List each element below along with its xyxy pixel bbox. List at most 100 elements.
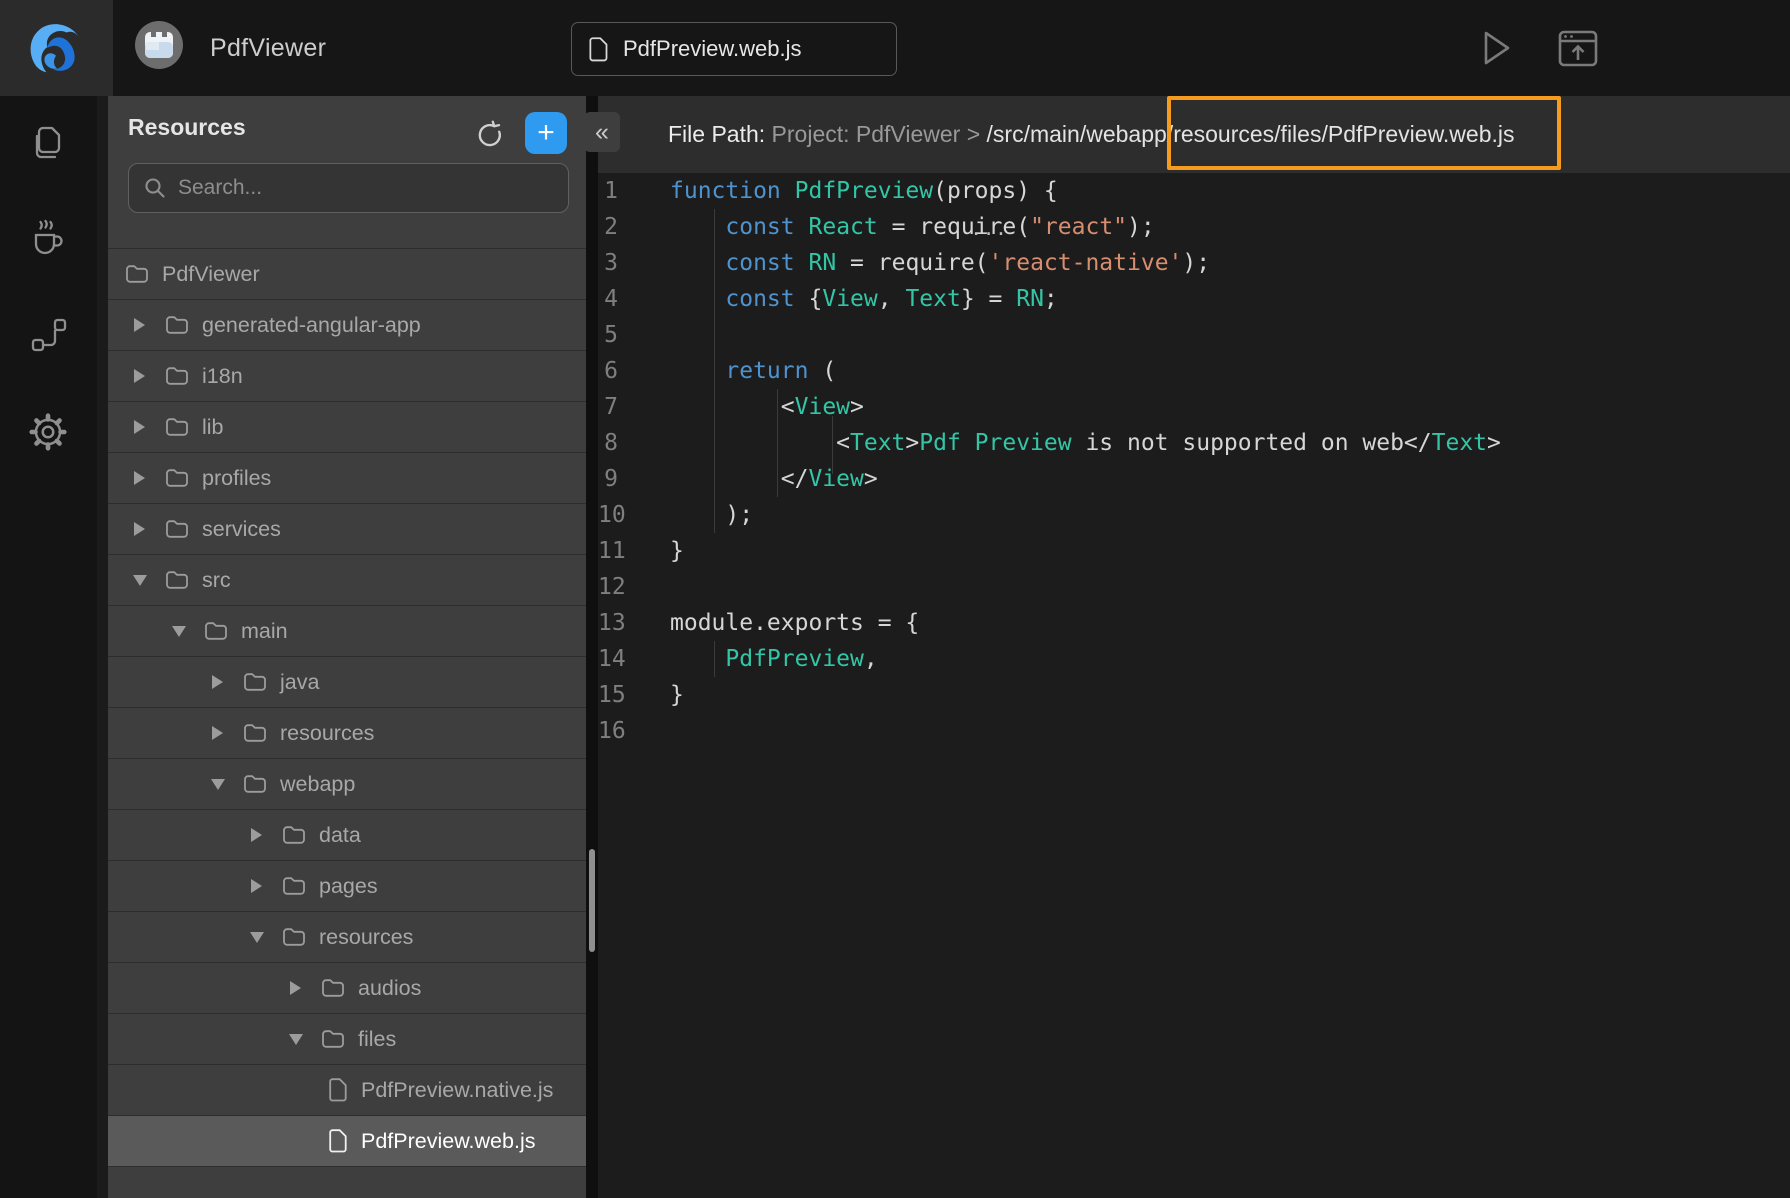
code-line-content: function PdfPreview(props) { <box>670 178 1058 204</box>
tree-item-pdfpreview-native-js[interactable]: PdfPreview.native.js <box>108 1065 586 1116</box>
chevron-down-icon[interactable] <box>173 624 185 638</box>
code-editor[interactable]: File Path: Project: PdfViewer > /src/mai… <box>598 96 1790 1198</box>
folder-icon <box>321 1029 345 1049</box>
tree-item-label: files <box>358 1027 396 1052</box>
resources-panel: Resources + PdfViewergenerated-a <box>97 96 586 1198</box>
tree-item-pages[interactable]: pages <box>108 861 586 912</box>
tree-scrollbar-thumb[interactable] <box>589 849 595 952</box>
line-number: 15 <box>598 677 670 713</box>
panel-divider <box>586 96 598 1198</box>
code-line-4: 4 const {View, Text} = RN; <box>598 281 1790 317</box>
code-line-content: PdfPreview, <box>670 646 878 672</box>
panel-title: Resources <box>128 114 246 141</box>
line-number: 13 <box>598 605 670 641</box>
chevron-right-icon[interactable] <box>212 675 224 689</box>
tree-item-generated-angular-app[interactable]: generated-angular-app <box>108 300 586 351</box>
line-number: 16 <box>598 713 670 749</box>
chevron-right-icon[interactable] <box>212 726 224 740</box>
folder-icon <box>165 468 189 488</box>
open-file-tab[interactable]: PdfPreview.web.js <box>571 22 897 76</box>
app-window: PdfViewer PdfPreview.web.js <box>0 0 1790 1198</box>
chevron-right-icon[interactable] <box>134 522 146 536</box>
connector-icon <box>28 315 68 355</box>
tree-item-pdfviewer[interactable]: PdfViewer <box>108 249 586 300</box>
folder-icon <box>282 927 306 947</box>
chevron-right-icon[interactable] <box>134 318 146 332</box>
search-input[interactable] <box>178 176 554 200</box>
tree-item-label: main <box>241 619 288 644</box>
tree-item-label: pages <box>319 874 378 899</box>
code-line-15: 15} <box>598 677 1790 713</box>
folder-icon <box>125 264 149 284</box>
run-play-button[interactable] <box>1468 22 1520 74</box>
sidebar-item-pages[interactable] <box>22 117 74 169</box>
tree-item-resources[interactable]: resources <box>108 912 586 963</box>
sidebar-item-settings[interactable] <box>22 406 74 458</box>
folder-icon <box>165 315 189 335</box>
chevron-right-icon[interactable] <box>134 420 146 434</box>
chevron-right-icon[interactable] <box>134 471 146 485</box>
refresh-icon <box>475 120 505 150</box>
code-line-10: 10 ); <box>598 497 1790 533</box>
tree-item-lib[interactable]: lib <box>108 402 586 453</box>
chevron-down-icon[interactable] <box>134 573 146 587</box>
chevron-down-icon[interactable] <box>251 930 263 944</box>
pages-icon <box>28 123 68 163</box>
tree-item-label: webapp <box>280 772 355 797</box>
indent-guide <box>714 641 715 677</box>
chevron-right-icon[interactable] <box>251 828 263 842</box>
app-title: PdfViewer <box>210 0 326 96</box>
tree-item-label: services <box>202 517 281 542</box>
collapse-panel-button[interactable]: « <box>584 112 620 152</box>
sidebar-item-java[interactable] <box>22 212 74 264</box>
tree-item-pdfpreview-web-js[interactable]: PdfPreview.web.js <box>108 1116 586 1167</box>
chevron-down-icon[interactable] <box>290 1032 302 1046</box>
tree-item-label: PdfPreview.native.js <box>361 1078 553 1103</box>
tree-item-data[interactable]: data <box>108 810 586 861</box>
chevron-right-icon[interactable] <box>290 981 302 995</box>
chevron-right-icon[interactable] <box>251 879 263 893</box>
code-line-content: <View> <box>670 394 864 420</box>
line-number: 2 <box>598 209 670 245</box>
tree-item-src[interactable]: src <box>108 555 586 606</box>
open-file-tab-label: PdfPreview.web.js <box>623 36 802 62</box>
tree-item-label: PdfPreview.web.js <box>361 1129 535 1154</box>
tree-item-resources[interactable]: resources <box>108 708 586 759</box>
tree-item-webapp[interactable]: webapp <box>108 759 586 810</box>
code-line-content: } <box>670 538 684 564</box>
code-line-content: module.exports = { <box>670 610 919 636</box>
tree-item-java[interactable]: java <box>108 657 586 708</box>
indent-guide <box>777 389 778 497</box>
file-icon <box>329 1078 348 1102</box>
tree-item-main[interactable]: main <box>108 606 586 657</box>
file-path-bar: File Path: Project: PdfViewer > /src/mai… <box>598 96 1790 173</box>
code-line-12: 12 <box>598 569 1790 605</box>
publish-button[interactable] <box>1552 22 1604 74</box>
tree-item-services[interactable]: services <box>108 504 586 555</box>
code-area[interactable]: 1function PdfPreview(props) {2 const Rea… <box>598 173 1790 1198</box>
folder-icon <box>243 672 267 692</box>
tree-item-files[interactable]: files <box>108 1014 586 1065</box>
code-line-16: 16 <box>598 713 1790 749</box>
sidebar-item-workflow[interactable] <box>22 309 74 361</box>
add-resource-button[interactable]: + <box>525 112 567 154</box>
code-line-content: const {View, Text} = RN; <box>670 286 1058 312</box>
search-box[interactable] <box>128 163 569 213</box>
project-avatar <box>135 21 183 69</box>
wave-logo-icon <box>26 17 88 79</box>
tree-item-i18n[interactable]: i18n <box>108 351 586 402</box>
settings-gear-icon <box>27 411 69 453</box>
indent-guide <box>714 209 715 533</box>
folder-icon <box>282 876 306 896</box>
tree-item-audios[interactable]: audios <box>108 963 586 1014</box>
chevron-down-icon[interactable] <box>212 777 224 791</box>
tree-item-profiles[interactable]: profiles <box>108 453 586 504</box>
chevron-right-icon[interactable] <box>134 369 146 383</box>
publish-icon <box>1555 25 1601 71</box>
tree-item-label: profiles <box>202 466 271 491</box>
line-number: 9 <box>598 461 670 497</box>
folder-icon <box>204 621 228 641</box>
refresh-button[interactable] <box>470 115 510 155</box>
line-number: 14 <box>598 641 670 677</box>
line-number: 10 <box>598 497 670 533</box>
